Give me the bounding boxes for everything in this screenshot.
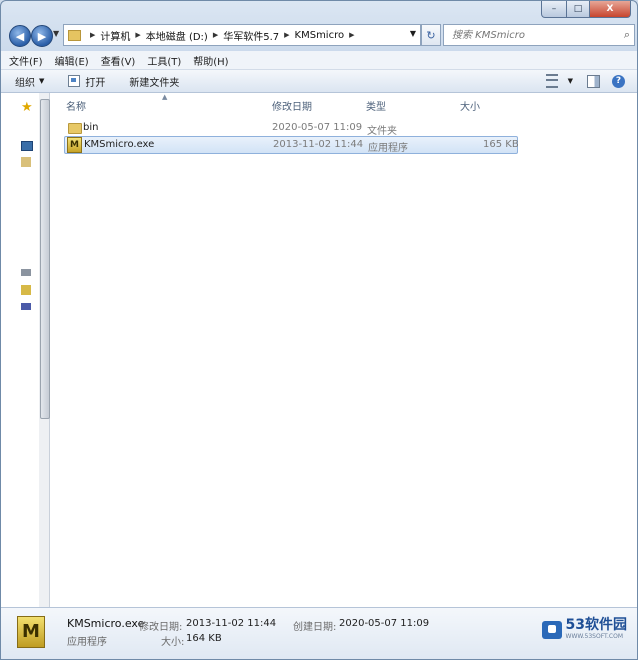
- minimize-icon: –: [551, 4, 557, 14]
- column-header-modified[interactable]: 修改日期: [272, 98, 312, 113]
- details-size-value: 164 KB: [186, 633, 222, 644]
- recent-pages-dropdown-icon[interactable]: ▼: [53, 29, 59, 38]
- column-header-size[interactable]: 大小: [460, 98, 480, 113]
- new-folder-label: 新建文件夹: [129, 77, 180, 89]
- navigation-bar: ◀ ▶ ▼ ▶ 计算机 ▶ 本地磁盘 (D:) ▶ 华军软件5.7 ▶ KMSm…: [7, 23, 635, 47]
- close-button[interactable]: X: [590, 1, 631, 18]
- details-pane: M KMSmicro.exe 应用程序 修改日期: 2013-11-02 11:…: [1, 607, 637, 659]
- search-icon[interactable]: ⌕: [620, 28, 634, 42]
- organize-button[interactable]: 组织 ▼: [15, 74, 44, 89]
- column-headers: ▲ 名称 修改日期 类型 大小: [50, 93, 637, 113]
- sort-ascending-icon: ▲: [162, 93, 168, 101]
- details-file-name: KMSmicro.exe: [67, 617, 145, 630]
- file-type: 文件夹: [367, 126, 397, 137]
- caption-buttons: – □ X: [541, 1, 631, 18]
- watermark-url: WWW.53SOFT.COM: [565, 633, 623, 640]
- back-button[interactable]: ◀: [9, 25, 31, 47]
- refresh-icon: ↻: [426, 28, 436, 42]
- watermark-text: 53软件园: [565, 617, 627, 633]
- explorer-window: – □ X ◀ ▶ ▼ ▶ 计算机 ▶ 本地磁盘 (D:) ▶ 华军软件5.7 …: [0, 0, 638, 660]
- file-type: 应用程序: [368, 143, 408, 154]
- chevron-right-icon[interactable]: ▶: [213, 31, 218, 39]
- details-created-label: 创建日期:: [293, 622, 337, 633]
- kmsmicro-app-icon: M: [67, 137, 82, 153]
- chevron-right-icon[interactable]: ▶: [90, 31, 95, 39]
- help-icon[interactable]: ?: [612, 74, 625, 88]
- computer-icon[interactable]: [21, 269, 31, 276]
- favorites-star-icon[interactable]: ★: [21, 101, 33, 114]
- open-label: 打开: [85, 77, 106, 89]
- view-controls: ▼ ?: [545, 74, 625, 88]
- breadcrumb-huajun-software[interactable]: 华军软件5.7: [223, 28, 279, 43]
- details-size-label: 大小:: [161, 637, 185, 648]
- navigation-pane: ★: [1, 93, 40, 607]
- details-file-type: 应用程序: [67, 637, 107, 648]
- maximize-icon: □: [573, 4, 583, 14]
- address-bar[interactable]: ▶ 计算机 ▶ 本地磁盘 (D:) ▶ 华军软件5.7 ▶ KMSmicro ▶…: [63, 24, 421, 46]
- file-row-kmsmicro-exe[interactable]: M KMSmicro.exe 2013-11-02 11:44 应用程序 165…: [64, 136, 519, 154]
- site-watermark: 53软件园 WWW.53SOFT.COM: [541, 617, 627, 641]
- menu-bar: 文件(F) 编辑(E) 查看(V) 工具(T) 帮助(H): [1, 51, 637, 70]
- refresh-button[interactable]: ↻: [421, 24, 441, 46]
- forward-arrow-icon: ▶: [37, 29, 47, 43]
- local-disk-icon[interactable]: [21, 285, 31, 295]
- view-options-icon[interactable]: [545, 74, 558, 88]
- minimize-button[interactable]: –: [541, 1, 567, 18]
- desktop-icon[interactable]: [21, 141, 33, 151]
- menu-view[interactable]: 查看(V): [101, 53, 136, 68]
- preview-pane-icon[interactable]: [587, 74, 600, 88]
- file-list: ▲ 名称 修改日期 类型 大小 bin 2020-05-07 11:09 文件夹…: [50, 93, 637, 607]
- file-name: KMSmicro.exe: [84, 139, 155, 150]
- watermark-logo-icon: [541, 620, 562, 639]
- forward-button[interactable]: ▶: [31, 25, 53, 47]
- command-bar: 组织 ▼ 打开 新建文件夹 ▼ ?: [1, 70, 637, 93]
- details-modified-label: 修改日期:: [139, 622, 183, 633]
- menu-help[interactable]: 帮助(H): [193, 53, 228, 68]
- network-icon[interactable]: [21, 303, 31, 310]
- column-header-type[interactable]: 类型: [366, 98, 386, 113]
- open-button[interactable]: 打开: [68, 74, 105, 89]
- breadcrumb-local-disk[interactable]: 本地磁盘 (D:): [146, 28, 208, 43]
- new-folder-button[interactable]: 新建文件夹: [129, 74, 179, 89]
- file-modified: 2020-05-07 11:09: [272, 122, 363, 133]
- chevron-down-icon: ▼: [39, 77, 45, 85]
- navigation-pane-scrollbar[interactable]: [39, 93, 50, 607]
- folder-icon: [68, 29, 81, 41]
- search-box[interactable]: ⌕: [443, 24, 635, 46]
- column-header-name[interactable]: 名称: [66, 98, 86, 113]
- back-arrow-icon: ◀: [15, 29, 25, 43]
- breadcrumb-computer[interactable]: 计算机: [100, 28, 130, 43]
- chevron-right-icon[interactable]: ▶: [284, 31, 289, 39]
- close-icon: X: [606, 4, 614, 14]
- maximize-button[interactable]: □: [567, 1, 590, 18]
- file-name: bin: [83, 122, 99, 133]
- menu-file[interactable]: 文件(F): [9, 53, 43, 68]
- folder-icon: [68, 123, 82, 134]
- address-dropdown-icon[interactable]: ▼: [410, 29, 416, 38]
- details-created-value: 2020-05-07 11:09: [339, 618, 430, 629]
- file-row-bin[interactable]: bin 2020-05-07 11:09 文件夹: [64, 120, 516, 137]
- file-size: 165 KB: [483, 139, 519, 150]
- kmsmicro-app-icon: M: [17, 616, 45, 648]
- organize-label: 组织: [15, 77, 35, 89]
- details-modified-value: 2013-11-02 11:44: [186, 618, 277, 629]
- search-input[interactable]: [444, 28, 620, 42]
- breadcrumb-kmsmicro[interactable]: KMSmicro: [295, 30, 345, 41]
- file-modified: 2013-11-02 11:44: [273, 139, 364, 150]
- menu-tools[interactable]: 工具(T): [147, 53, 181, 68]
- open-icon: [68, 75, 81, 87]
- chevron-down-icon[interactable]: ▼: [568, 77, 573, 85]
- menu-edit[interactable]: 编辑(E): [55, 53, 89, 68]
- chevron-right-icon[interactable]: ▶: [135, 31, 140, 39]
- scrollbar-thumb[interactable]: [40, 99, 50, 419]
- libraries-icon[interactable]: [21, 157, 31, 167]
- chevron-right-icon[interactable]: ▶: [349, 31, 354, 39]
